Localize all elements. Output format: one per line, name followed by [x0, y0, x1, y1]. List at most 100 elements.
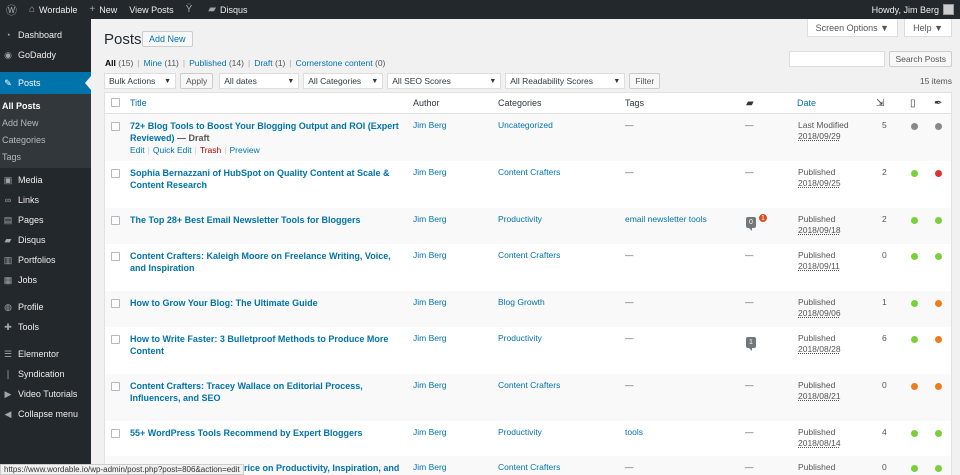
sidebar-item-media[interactable]: ▣ Media	[0, 170, 91, 190]
sidebar-item-disqus[interactable]: ▰ Disqus	[0, 230, 91, 250]
post-title-link[interactable]: 72+ Blog Tools to Boost Your Blogging Ou…	[130, 121, 399, 143]
table-row: Content Crafters: Kaleigh Moore on Freel…	[105, 244, 951, 291]
bulk-actions-select[interactable]: Bulk Actions ▼	[104, 73, 176, 89]
category-link[interactable]: Productivity	[498, 333, 542, 344]
sidebar-item-tools[interactable]: ✚ Tools	[0, 317, 91, 337]
author-link[interactable]: Jim Berg	[413, 120, 447, 131]
column-title[interactable]: Title	[130, 98, 147, 108]
category-filter-select[interactable]: All Categories ▼	[303, 73, 384, 89]
screen-options-button[interactable]: Screen Options ▼	[806, 19, 899, 37]
post-title-link[interactable]: Sophia Bernazzani of HubSpot on Quality …	[130, 168, 390, 190]
filter-all[interactable]: All	[105, 58, 116, 68]
category-link[interactable]: Content Crafters	[498, 380, 560, 391]
author-link[interactable]: Jim Berg	[413, 333, 447, 344]
author-link[interactable]: Jim Berg	[413, 250, 447, 261]
search-posts-button[interactable]: Search Posts	[889, 51, 952, 67]
row-checkbox[interactable]	[111, 335, 120, 344]
sidebar-item-profile[interactable]: ◍ Profile	[0, 297, 91, 317]
sidebar-item-jobs[interactable]: ▦ Jobs	[0, 270, 91, 290]
category-link[interactable]: Content Crafters	[498, 167, 560, 178]
yoast-menu[interactable]: Ÿ	[180, 0, 203, 19]
sidebar-item-dashboard[interactable]: ◔ Dashboard	[0, 25, 91, 45]
date-value: 2018/09/11	[798, 261, 840, 271]
sidebar-item-video-tutorials[interactable]: ▶ Video Tutorials	[0, 384, 91, 404]
trash-link[interactable]: Trash	[200, 145, 221, 155]
preview-link[interactable]: Preview	[229, 145, 259, 155]
row-checkbox[interactable]	[111, 429, 120, 438]
sidebar-item-godaddy[interactable]: ◉ GoDaddy	[0, 45, 91, 65]
post-title-link[interactable]: Content Crafters: Kaleigh Moore on Freel…	[130, 251, 391, 273]
view-posts-link[interactable]: View Posts	[123, 0, 179, 19]
category-link[interactable]: Blog Growth	[498, 297, 545, 308]
pending-comments-badge[interactable]: 1	[758, 213, 768, 223]
apply-button[interactable]: Apply	[180, 73, 214, 89]
author-link[interactable]: Jim Berg	[413, 167, 447, 178]
date-cell: Published 2018/09/11	[798, 250, 840, 272]
tags-cell[interactable]: tools	[625, 427, 643, 438]
row-checkbox[interactable]	[111, 216, 120, 225]
filter-mine[interactable]: Mine	[144, 58, 162, 68]
sidebar-item-pages[interactable]: ▤ Pages	[0, 210, 91, 230]
select-all-checkbox[interactable]	[111, 98, 120, 107]
submenu-item-tags[interactable]: Tags	[0, 148, 91, 165]
filter-cornerstone[interactable]: Cornerstone content	[296, 58, 373, 68]
submenu-item-categories[interactable]: Categories	[0, 131, 91, 148]
post-title-link[interactable]: How to Write Faster: 3 Bulletproof Metho…	[130, 334, 388, 356]
author-link[interactable]: Jim Berg	[413, 380, 447, 391]
category-link[interactable]: Productivity	[498, 214, 542, 225]
category-link[interactable]: Content Crafters	[498, 250, 560, 261]
disqus-link[interactable]: ▰ Disqus	[202, 0, 253, 19]
site-name-link[interactable]: ⌂ Wordable	[23, 0, 83, 19]
submenu-item-all-posts[interactable]: All Posts	[0, 97, 91, 114]
readability-filter-select[interactable]: All Readability Scores ▼	[505, 73, 626, 89]
column-date[interactable]: Date	[797, 98, 816, 108]
readability-column-icon[interactable]: ✒	[934, 98, 942, 109]
seo-score-column-icon[interactable]: ▯	[910, 98, 916, 109]
post-title-link[interactable]: 55+ WordPress Tools Recommend by Expert …	[130, 428, 362, 438]
comment-count-bubble[interactable]: 0	[746, 217, 756, 231]
quick-edit-link[interactable]: Quick Edit	[153, 145, 192, 155]
internal-links-count: 4	[882, 427, 887, 437]
post-title-link[interactable]: Content Crafters: Tracey Wallace on Edit…	[130, 381, 363, 403]
row-checkbox[interactable]	[111, 169, 120, 178]
comment-count-bubble[interactable]: 1	[746, 337, 756, 351]
category-link[interactable]: Uncategorized	[498, 120, 553, 131]
author-link[interactable]: Jim Berg	[413, 462, 447, 473]
row-checkbox[interactable]	[111, 122, 120, 131]
page-title: Posts	[104, 31, 142, 48]
category-link[interactable]: Content Crafters	[498, 462, 560, 473]
search-input[interactable]	[789, 51, 886, 67]
internal-links-column-icon[interactable]: ⇲	[876, 98, 884, 109]
submenu-item-add-new[interactable]: Add New	[0, 114, 91, 131]
date-cell: Published 2018/08/21	[798, 380, 841, 402]
filter-draft[interactable]: Draft	[254, 58, 272, 68]
author-link[interactable]: Jim Berg	[413, 427, 447, 438]
sidebar-item-portfolios[interactable]: ▥ Portfolios	[0, 250, 91, 270]
author-link[interactable]: Jim Berg	[413, 214, 447, 225]
category-link[interactable]: Productivity	[498, 427, 542, 438]
author-link[interactable]: Jim Berg	[413, 297, 447, 308]
my-account[interactable]: Howdy, Jim Berg	[866, 0, 960, 19]
row-checkbox[interactable]	[111, 252, 120, 261]
post-title-link[interactable]: The Top 28+ Best Email Newsletter Tools …	[130, 215, 360, 225]
new-content-link[interactable]: + New	[83, 0, 123, 19]
edit-link[interactable]: Edit	[130, 145, 145, 155]
wordpress-logo-icon[interactable]: Ⓦ	[0, 0, 23, 19]
post-title-link[interactable]: How to Grow Your Blog: The Ultimate Guid…	[130, 298, 318, 308]
filter-button[interactable]: Filter	[629, 73, 661, 89]
row-checkbox[interactable]	[111, 382, 120, 391]
row-checkbox[interactable]	[111, 299, 120, 308]
sidebar-item-syndication[interactable]: ❘ Syndication	[0, 364, 91, 384]
add-new-button[interactable]: Add New	[142, 31, 193, 47]
post-state: — Draft	[174, 133, 210, 143]
help-button[interactable]: Help ▼	[904, 19, 952, 37]
date-filter-select[interactable]: All dates ▼	[219, 73, 300, 89]
tags-cell[interactable]: email newsletter tools	[625, 214, 707, 225]
sidebar-item-posts[interactable]: ✎ Posts	[0, 72, 91, 94]
filter-published[interactable]: Published	[189, 58, 226, 68]
sidebar-item-links[interactable]: ∞ Links	[0, 190, 91, 210]
comments-column-icon[interactable]: ▰	[746, 98, 754, 109]
sidebar-item-elementor[interactable]: ☰ Elementor	[0, 344, 91, 364]
seo-filter-select[interactable]: All SEO Scores ▼	[387, 73, 502, 89]
sidebar-item-collapse-menu[interactable]: ◀ Collapse menu	[0, 404, 91, 424]
